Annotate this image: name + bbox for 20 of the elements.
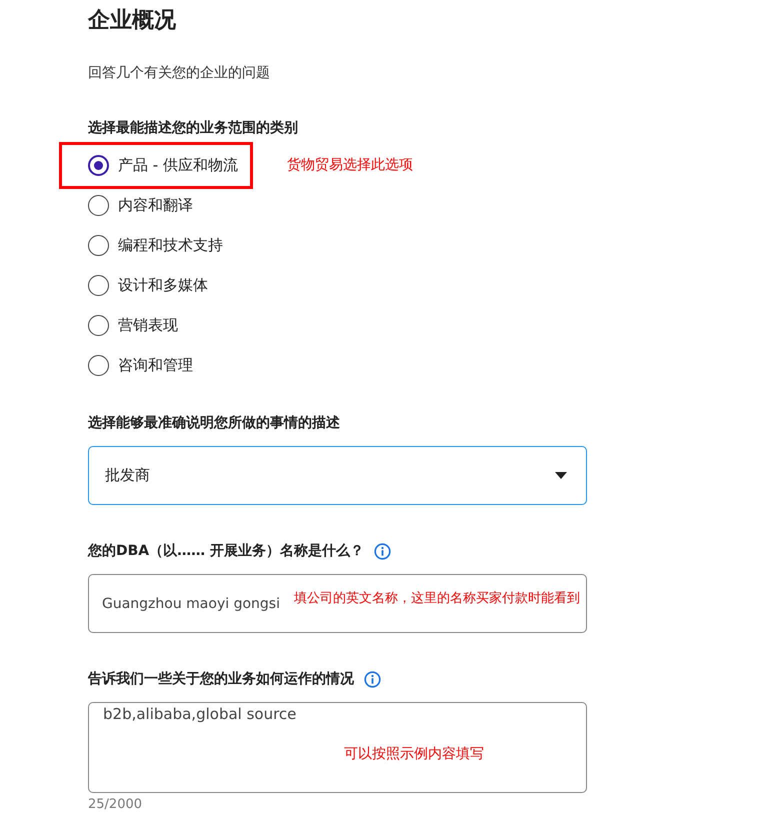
annotation-note: 可以按照示例内容填写 bbox=[344, 745, 484, 763]
description-label: 选择能够最准确说明您所做的事情的描述 bbox=[88, 414, 341, 433]
operation-label: 告诉我们一些关于您的业务如何运作的情况 bbox=[88, 670, 354, 689]
radio-option[interactable]: 营销表现 bbox=[88, 314, 178, 336]
character-counter: 25/2000 bbox=[88, 797, 144, 812]
page-subtitle: 回答几个有关您的企业的问题 bbox=[88, 64, 271, 83]
annotation-note: 填公司的英文名称，这里的名称买家付款时能看到 bbox=[294, 590, 580, 607]
dba-label: 您的DBA（以…… 开展业务）名称是什么？ bbox=[88, 542, 364, 561]
caret-icon bbox=[555, 472, 567, 479]
page-title: 企业概况 bbox=[88, 7, 177, 35]
annotation-note: 货物贸易选择此选项 bbox=[287, 156, 413, 174]
description-dropdown[interactable]: 批发商 bbox=[88, 446, 587, 505]
category-label: 选择最能描述您的业务范围的类别 bbox=[88, 119, 299, 138]
radio-option[interactable]: 产品 - 供应和物流 bbox=[88, 154, 238, 176]
info-icon[interactable] bbox=[364, 670, 381, 688]
radio-option[interactable]: 编程和技术支持 bbox=[88, 234, 223, 256]
radio-option[interactable]: 内容和翻译 bbox=[88, 194, 193, 216]
radio-option[interactable]: 咨询和管理 bbox=[88, 354, 193, 376]
radio-option[interactable]: 设计和多媒体 bbox=[88, 274, 208, 296]
info-icon[interactable] bbox=[374, 542, 392, 560]
